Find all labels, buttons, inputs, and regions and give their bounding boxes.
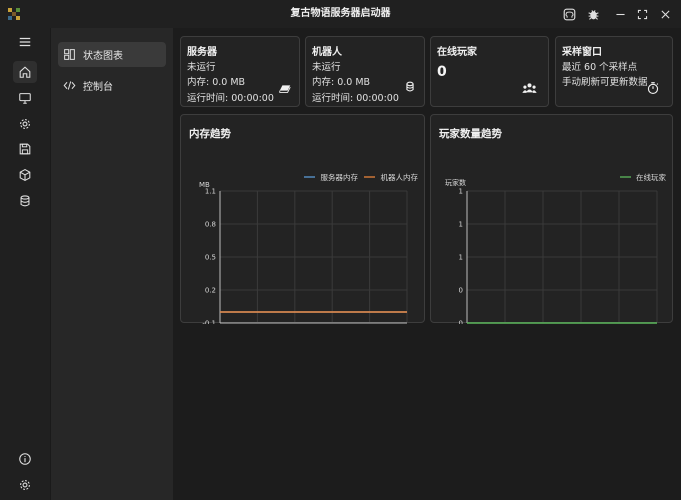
sampling-hint: 手动刷新可更新数据 [562,77,648,88]
hamburger-menu-icon [19,37,31,47]
maximize-button[interactable] [630,4,654,24]
bot-uptime: 运行时间: 00:00:00 [312,93,399,104]
github-icon [563,8,575,20]
server-memory: 内存: 0.0 MB [187,77,246,88]
y-tick-label: 1 [459,188,463,196]
card-title: 在线玩家 [437,47,477,58]
close-icon [660,9,670,19]
robot-icon [403,80,417,97]
card-title: 采样窗口 [562,47,602,58]
rail-settings-button[interactable] [13,113,37,135]
server-icon [278,81,292,98]
rail-database-button[interactable] [13,190,37,212]
home-icon [19,66,31,78]
users-icon [521,81,538,98]
nav-item-console[interactable]: 控制台 [58,73,166,98]
info-icon [19,453,31,465]
dashboard-icon [64,49,75,60]
rail-monitor-button[interactable] [13,87,37,109]
server-status-card: 服务器 未运行 内存: 0.0 MB 运行时间: 00:00:00 [180,36,300,107]
y-tick-label: 1 [459,254,463,262]
sampling-window-card: 采样窗口 最近 60 个采样点 手动刷新可更新数据 [555,36,673,107]
rail-home-button[interactable] [13,61,37,83]
server-uptime: 运行时间: 00:00:00 [187,93,274,104]
y-axis-label: 玩家数 [445,178,466,187]
y-tick-label: 1 [459,221,463,229]
legend-label: 服务器内存 [321,172,359,182]
memory-trend-chart: 1.10.80.50.2-0.111325364860MB采样点机器人内存服务器… [199,172,419,325]
online-players-card: 在线玩家 0 [430,36,549,107]
nav-item-status-charts[interactable]: 状态图表 [58,42,166,67]
rail-app-settings-button[interactable] [13,474,37,496]
y-tick-label: 0 [459,320,463,325]
rail-cube-button[interactable] [13,164,37,186]
memory-trend-card: 内存趋势 1.10.80.50.2-0.111325364860MB采样点机器人… [180,114,425,325]
rail-info-button[interactable] [13,448,37,470]
y-tick-label: 0.2 [205,287,216,295]
y-axis-label: MB [199,181,210,189]
nav-panel: 状态图表 控制台 [50,28,173,500]
y-tick-label: 0 [459,287,463,295]
nav-item-label: 控制台 [83,82,113,93]
database-icon [20,195,30,207]
legend-label: 在线玩家 [636,172,666,182]
y-tick-label: -0.1 [202,320,216,325]
icon-rail [0,28,50,500]
bot-status-card: 机器人 未运行 内存: 0.0 MB 运行时间: 00:00:00 [305,36,425,107]
nav-item-label: 状态图表 [83,51,123,62]
bot-memory: 内存: 0.0 MB [312,77,371,88]
rail-save-button[interactable] [13,138,37,160]
monitor-icon [19,93,31,104]
main-content: 服务器 未运行 内存: 0.0 MB 运行时间: 00:00:00 机器人 未运… [173,28,681,500]
card-title: 服务器 [187,47,217,58]
title-bar: 复古物语服务器启动器 [0,0,681,28]
bot-run-status: 未运行 [312,62,341,73]
legend-label: 机器人内存 [381,172,419,182]
gear-icon [20,119,30,129]
save-icon [19,143,31,155]
minimize-icon [615,13,625,15]
online-player-count: 0 [437,64,447,80]
y-tick-label: 0.5 [205,254,216,262]
code-icon [63,81,76,90]
bug-report-button[interactable] [581,4,605,24]
minimize-button[interactable] [608,4,632,24]
server-run-status: 未运行 [187,62,216,73]
y-tick-label: 0.8 [205,221,216,229]
bug-icon [587,9,599,20]
sampling-points: 最近 60 个采样点 [562,62,638,73]
maximize-icon [637,9,647,19]
player-trend-card: 玩家数量趋势 1110011325364860玩家数采样点在线玩家 [430,114,673,325]
close-button[interactable] [653,4,677,24]
settings-gear-icon [20,480,30,490]
player-trend-chart: 1110011325364860玩家数采样点在线玩家 [445,172,666,325]
menu-toggle-button[interactable] [13,31,37,53]
card-title: 机器人 [312,47,342,58]
cube-icon [19,168,31,182]
timer-icon [646,81,660,98]
github-button[interactable] [557,4,581,24]
